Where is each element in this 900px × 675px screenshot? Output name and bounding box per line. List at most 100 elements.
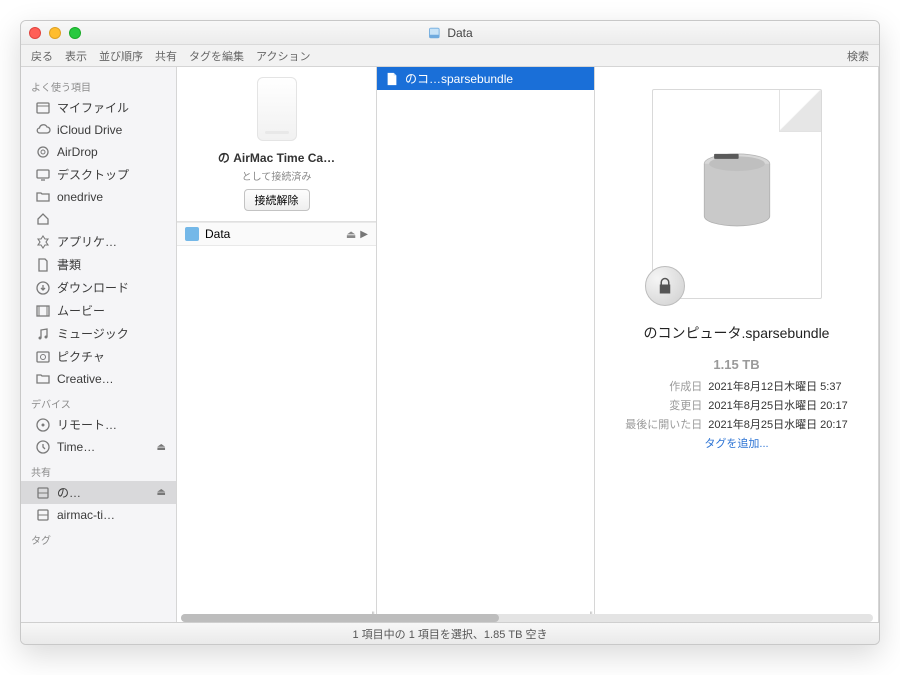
sidebar-item[interactable]: アプリケ… [21, 230, 176, 253]
eject-icon[interactable]: ⏏ [157, 442, 166, 453]
sidebar-item[interactable]: ムービー [21, 299, 176, 322]
movies-icon [35, 303, 51, 319]
timemachine-icon [35, 439, 51, 455]
volume-icon [185, 227, 199, 241]
pictures-icon [35, 349, 51, 365]
preview-metadata: 作成日2021年8月12日木曜日 5:37変更日2021年8月25日水曜日 20… [625, 378, 847, 432]
status-text: 1 項目中の 1 項目を選択、1.85 TB 空き [353, 626, 548, 642]
preview-pane: のコンピュータ.sparsebundle 1.15 TB 作成日 2021年8月1… [595, 67, 878, 622]
close-button[interactable] [29, 27, 41, 39]
sidebar-item[interactable] [21, 208, 176, 230]
myfiles-icon [35, 100, 51, 116]
sidebar-item-label: マイファイル [57, 99, 129, 116]
sidebar-item-label: ピクチャ [57, 348, 105, 365]
sidebar-header: タグ [21, 526, 176, 549]
docs-icon [35, 257, 51, 273]
sidebar-item[interactable]: ダウンロード [21, 276, 176, 299]
meta-value: 2021年8月25日水曜日 20:17 [708, 416, 847, 432]
meta-key: 最後に開いた日 [625, 416, 702, 432]
sidebar-item[interactable]: の… ⏏ [21, 481, 176, 504]
sidebar-item[interactable]: リモート… [21, 413, 176, 436]
meta-key: 作成日 [625, 378, 702, 394]
column-files: のコ…sparsebundle || [377, 67, 595, 622]
server-status: として接続済み [185, 168, 368, 183]
chevron-right-icon: ▶ [360, 229, 368, 240]
titlebar[interactable]: Data [21, 21, 879, 45]
sidebar-item[interactable]: 書類 [21, 253, 176, 276]
server-icon [35, 507, 51, 523]
toolbar-search[interactable]: 検索 [847, 48, 869, 64]
folder-icon [35, 371, 51, 387]
toolbar-item-2[interactable]: 並び順序 [99, 48, 143, 64]
server-info: の AirMac Time Ca… として接続済み 接続解除 [177, 67, 376, 222]
traffic-lights [29, 27, 81, 39]
zoom-button[interactable] [69, 27, 81, 39]
desktop-icon [35, 167, 51, 183]
server-name: の AirMac Time Ca… [185, 149, 368, 166]
sidebar-item[interactable]: デスクトップ [21, 163, 176, 186]
sidebar-item[interactable]: ピクチャ [21, 345, 176, 368]
sidebar-item-label: 書類 [57, 256, 81, 273]
sidebar-item-label: ミュージック [57, 325, 129, 342]
finder-window: Data 戻る表示並び順序共有タグを編集アクション 検索 よく使う項目マイファイ… [20, 20, 880, 645]
volume-row[interactable]: Data ⏏ ▶ [177, 222, 376, 246]
volume-icon [427, 26, 441, 40]
disconnect-button[interactable]: 接続解除 [244, 189, 310, 211]
meta-value: 2021年8月25日水曜日 20:17 [708, 397, 847, 413]
toolbar-item-4[interactable]: タグを編集 [189, 48, 244, 64]
eject-icon[interactable]: ⏏ [346, 228, 356, 241]
status-bar: 1 項目中の 1 項目を選択、1.85 TB 空き [21, 622, 879, 644]
window-title: Data [427, 26, 472, 40]
sidebar-item-label: リモート… [57, 416, 117, 433]
sidebar-item-label: ダウンロード [57, 279, 129, 296]
sidebar-item[interactable]: Time…⏏ [21, 436, 176, 458]
sidebar-item[interactable]: AirDrop [21, 141, 176, 163]
sidebar-item-label: アプリケ… [57, 233, 117, 250]
toolbar-item-1[interactable]: 表示 [65, 48, 87, 64]
apps-icon [35, 234, 51, 250]
meta-value: 2021年8月12日木曜日 5:37 [708, 378, 847, 394]
sidebar-item-label: の… [57, 484, 81, 501]
sidebar-item-label: AirDrop [57, 145, 98, 159]
column-server: の AirMac Time Ca… として接続済み 接続解除 Data ⏏ ▶ … [177, 67, 377, 622]
sidebar-item-label: airmac-ti… [57, 508, 115, 522]
sidebar-item-label: onedrive [57, 190, 103, 204]
sidebar-item[interactable]: ミュージック [21, 322, 176, 345]
sidebar-item[interactable]: iCloud Drive [21, 119, 176, 141]
sidebar-item-label: iCloud Drive [57, 123, 122, 137]
sidebar-header: よく使う項目 [21, 73, 176, 96]
icloud-icon [35, 122, 51, 138]
horizontal-scrollbar[interactable] [181, 614, 873, 622]
airdrop-icon [35, 144, 51, 160]
sidebar-item-label: Creative… [57, 372, 114, 386]
content-body: よく使う項目マイファイル iCloud Drive AirDrop デスクトップ one… [21, 67, 879, 622]
file-row[interactable]: のコ…sparsebundle [377, 67, 594, 90]
preview-size: 1.15 TB [713, 357, 759, 372]
sidebar-item-label: デスクトップ [57, 166, 129, 183]
sidebar-item[interactable]: airmac-ti… [21, 504, 176, 526]
sidebar-header: デバイス [21, 390, 176, 413]
minimize-button[interactable] [49, 27, 61, 39]
music-icon [35, 326, 51, 342]
sidebar-item[interactable]: Creative… [21, 368, 176, 390]
toolbar-item-0[interactable]: 戻る [31, 48, 53, 64]
folder-icon [35, 189, 51, 205]
disk-icon [695, 149, 779, 239]
preview-document-icon [652, 89, 822, 299]
document-icon [385, 72, 399, 86]
page-fold-icon [779, 90, 821, 132]
sidebar: よく使う項目マイファイル iCloud Drive AirDrop デスクトップ one… [21, 67, 177, 622]
eject-icon[interactable]: ⏏ [157, 487, 166, 498]
add-tags-link[interactable]: タグを追加... [704, 435, 768, 451]
server-icon [35, 485, 51, 501]
toolbar-item-3[interactable]: 共有 [155, 48, 177, 64]
sidebar-item[interactable]: マイファイル [21, 96, 176, 119]
preview-filename: のコンピュータ.sparsebundle [644, 323, 830, 343]
home-icon [35, 211, 51, 227]
downloads-icon [35, 280, 51, 296]
sidebar-item[interactable]: onedrive [21, 186, 176, 208]
toolbar-item-5[interactable]: アクション [256, 48, 310, 64]
toolbar: 戻る表示並び順序共有タグを編集アクション 検索 [21, 45, 879, 67]
sidebar-header: 共有 [21, 458, 176, 481]
file-label: のコ…sparsebundle [405, 70, 513, 87]
